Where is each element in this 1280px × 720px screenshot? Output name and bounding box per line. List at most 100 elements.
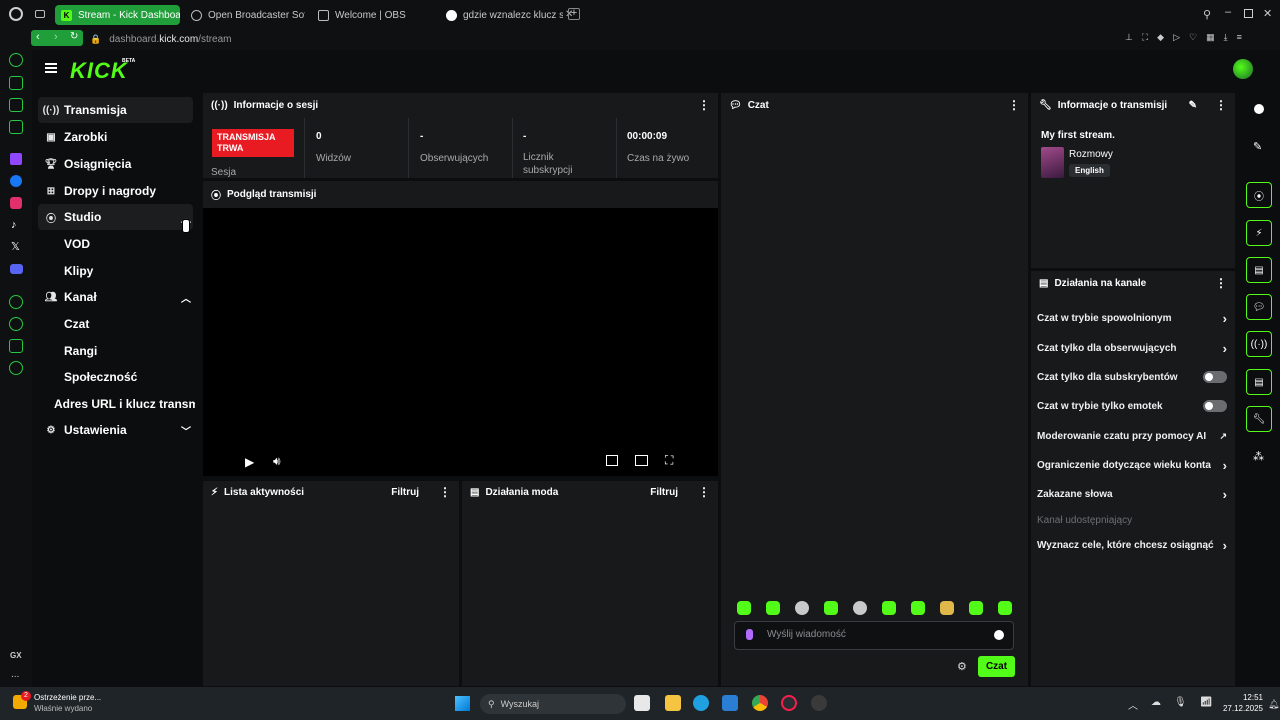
emote-icon[interactable] bbox=[795, 601, 809, 615]
sidebar-more-icon[interactable]: ... bbox=[11, 669, 19, 680]
forward-icon[interactable]: › bbox=[54, 31, 58, 43]
rail-document-button[interactable]: ▤ bbox=[1246, 257, 1272, 283]
nav-klipy[interactable]: Klipy bbox=[38, 258, 193, 284]
download-icon[interactable]: ⤓ bbox=[1224, 32, 1228, 44]
emote-icon[interactable] bbox=[998, 601, 1012, 615]
emote-only-toggle[interactable] bbox=[1203, 400, 1227, 412]
sidebar-m-icon[interactable] bbox=[9, 120, 23, 134]
tab-welcome-obs[interactable]: Welcome | OBS bbox=[312, 5, 432, 25]
edit-icon[interactable]: ✎ bbox=[1189, 100, 1197, 111]
nav-transmisja[interactable]: ((·)) Transmisja bbox=[38, 97, 193, 123]
minimize-icon[interactable]: – bbox=[1225, 6, 1231, 18]
nav-ustawienia[interactable]: ⚙ Ustawienia ﹀ bbox=[38, 417, 193, 443]
nav-dropy[interactable]: ⊞ Dropy i nagrody bbox=[38, 178, 193, 204]
rail-layout-button[interactable]: ▤ bbox=[1246, 369, 1272, 395]
tab-kick-dashboard[interactable]: K Stream - Kick Dashboard bbox=[55, 5, 180, 25]
rail-activity-button[interactable]: ⚡︎ bbox=[1246, 220, 1272, 246]
chevron-up-icon[interactable]: ︿ bbox=[179, 290, 193, 305]
action-banned-words[interactable]: Zakazane słowa › bbox=[1037, 484, 1227, 504]
more-options-icon[interactable]: ⋮ bbox=[1215, 276, 1227, 290]
shield-icon[interactable]: ◆ bbox=[1157, 32, 1164, 44]
nav-osiagniecia[interactable]: 🏆︎ Osiągnięcia bbox=[38, 151, 193, 177]
chat-settings-icon[interactable]: ⚙ bbox=[957, 660, 967, 673]
notifications-icon[interactable]: 🔔︎ bbox=[1268, 699, 1279, 710]
action-account-age[interactable]: Ograniczenie dotyczące wieku konta › bbox=[1037, 455, 1227, 475]
file-explorer-icon[interactable] bbox=[665, 695, 681, 711]
rail-broadcast-button[interactable]: ((·)) bbox=[1246, 331, 1272, 357]
new-tab-icon[interactable]: + bbox=[568, 8, 580, 20]
emote-icon[interactable] bbox=[824, 601, 838, 615]
nav-adres-url[interactable]: Adres URL i klucz transmisji bbox=[38, 391, 195, 417]
obs-icon[interactable] bbox=[811, 695, 827, 711]
back-icon[interactable]: ‹ bbox=[36, 31, 40, 43]
emoji-icon[interactable] bbox=[994, 630, 1004, 640]
filter-button[interactable]: Filtruj bbox=[391, 487, 419, 498]
opera-logo-icon[interactable] bbox=[9, 7, 23, 21]
mic-icon[interactable] bbox=[746, 629, 753, 640]
heart-icon[interactable]: ♡ bbox=[1189, 32, 1197, 44]
emote-icon[interactable] bbox=[911, 601, 925, 615]
hamburger-menu-icon[interactable] bbox=[45, 63, 57, 73]
action-goals[interactable]: Wyznacz cele, które chcesz osiągnąć › bbox=[1037, 535, 1227, 555]
emote-icon[interactable] bbox=[737, 601, 751, 615]
sidebar-discord-icon[interactable] bbox=[10, 264, 23, 274]
emote-icon[interactable] bbox=[882, 601, 896, 615]
close-window-icon[interactable]: ✕ bbox=[1263, 7, 1272, 20]
sidebar-messenger-icon[interactable] bbox=[10, 175, 22, 187]
sidebar-refresh-icon[interactable] bbox=[9, 53, 23, 67]
menu-icon[interactable]: ≡ bbox=[1237, 32, 1242, 44]
notification-title[interactable]: Ostrzeżenie prze... bbox=[34, 693, 101, 702]
pip-icon[interactable] bbox=[606, 455, 618, 466]
sidebar-tiktok-icon[interactable]: ♪ bbox=[11, 219, 17, 231]
pin-icon[interactable]: ⊥ bbox=[1125, 32, 1133, 44]
emote-icon[interactable] bbox=[940, 601, 954, 615]
sidebar-history-icon[interactable] bbox=[9, 317, 23, 331]
edge-icon[interactable] bbox=[693, 695, 709, 711]
more-options-icon[interactable]: ⋮ bbox=[439, 485, 451, 499]
sidebar-settings-icon[interactable] bbox=[9, 361, 23, 375]
chrome-icon[interactable] bbox=[752, 695, 768, 711]
extensions-icon[interactable]: ▦ bbox=[1206, 32, 1215, 44]
sidebar-x-icon[interactable]: 𝕏 bbox=[11, 240, 20, 253]
wifi-icon[interactable]: 📶︎ bbox=[1200, 697, 1213, 712]
avatar[interactable] bbox=[1233, 59, 1253, 79]
emote-icon[interactable] bbox=[853, 601, 867, 615]
nav-studio[interactable]: ⦿ Studio ︿ bbox=[38, 204, 193, 230]
sidebar-instagram-icon[interactable] bbox=[10, 197, 22, 209]
sidebar-player-icon[interactable] bbox=[9, 295, 23, 309]
tab-google-search[interactable]: gdzie wznalezc klucz strea bbox=[440, 5, 563, 25]
emote-icon[interactable] bbox=[766, 601, 780, 615]
category-name[interactable]: Rozmowy bbox=[1069, 149, 1113, 160]
pencil-icon[interactable]: ✎ bbox=[1253, 140, 1262, 153]
more-options-icon[interactable]: ⋮ bbox=[1008, 98, 1020, 112]
video-player[interactable] bbox=[203, 208, 718, 476]
chevron-down-icon[interactable]: ﹀ bbox=[179, 423, 193, 438]
chevron-up-icon[interactable]: ︿ bbox=[1128, 697, 1138, 712]
action-followers-only[interactable]: Czat tylko dla obserwujących › bbox=[1037, 338, 1227, 358]
widgets-icon[interactable]: ⁂ bbox=[1253, 450, 1264, 463]
nav-zarobki[interactable]: ▣ Zarobki bbox=[38, 124, 193, 150]
action-ai-moderation[interactable]: Moderowanie czatu przy pomocy AI ↗ bbox=[1037, 426, 1227, 446]
cloud-icon[interactable]: ☁ bbox=[1151, 697, 1161, 712]
sidebar-bookmark-icon[interactable] bbox=[9, 98, 23, 112]
nav-vod[interactable]: VOD bbox=[38, 231, 193, 257]
start-button-icon[interactable] bbox=[455, 696, 470, 711]
more-options-icon[interactable]: ⋮ bbox=[698, 485, 710, 499]
clock-time[interactable]: 12:51 bbox=[1233, 693, 1263, 702]
info-icon[interactable] bbox=[1254, 104, 1264, 114]
more-options-icon[interactable]: ⋮ bbox=[698, 98, 710, 112]
sidebar-extensions-icon[interactable] bbox=[9, 339, 23, 353]
more-options-icon[interactable]: ⋮ bbox=[1215, 98, 1227, 112]
nav-rangi[interactable]: Rangi bbox=[38, 338, 193, 364]
kick-logo[interactable]: KICK bbox=[70, 58, 128, 84]
maximize-icon[interactable] bbox=[1244, 9, 1253, 18]
emote-icon[interactable] bbox=[969, 601, 983, 615]
sidebar-gx-label[interactable]: GX bbox=[10, 651, 22, 660]
sidebar-twitch-icon[interactable] bbox=[10, 153, 22, 165]
nav-kanal[interactable]: 👥︎ Kanał ︿ bbox=[38, 284, 193, 310]
snapshot-icon[interactable]: ⛶ bbox=[1142, 32, 1148, 44]
theater-icon[interactable] bbox=[635, 455, 648, 466]
sidebar-game-icon[interactable] bbox=[9, 76, 23, 90]
nav-spolecznosc[interactable]: Społeczność bbox=[38, 364, 193, 390]
filter-button[interactable]: Filtruj bbox=[650, 487, 678, 498]
